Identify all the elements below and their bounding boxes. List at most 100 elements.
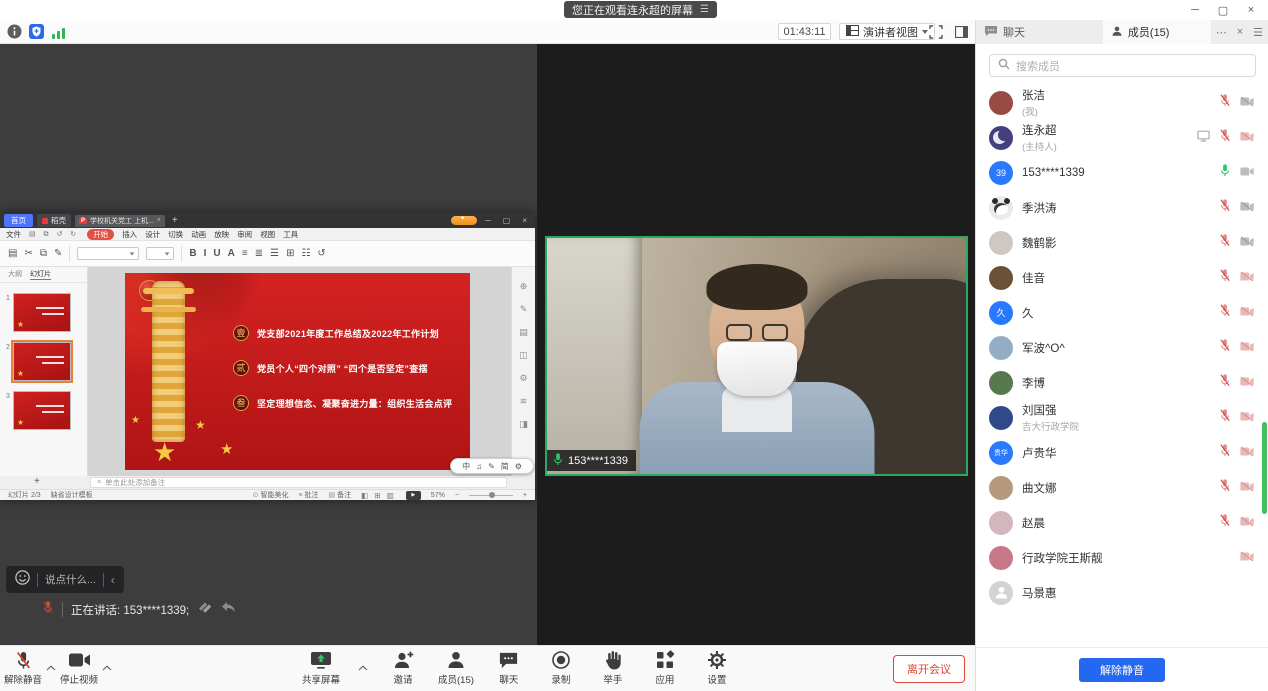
zoom-out-button[interactable]: − — [455, 492, 459, 499]
collapse-chat-icon[interactable]: ‹ — [111, 573, 115, 587]
side-rail-icon-6[interactable]: ◨ — [519, 419, 528, 430]
record-button[interactable]: 录制 — [544, 649, 578, 686]
leave-meeting-button[interactable]: 离开会议 — [893, 655, 965, 683]
mic-muted-icon[interactable] — [1219, 198, 1231, 217]
chevron-up-icon[interactable] — [358, 658, 368, 676]
status-tool-0[interactable]: ⊙智能美化 — [253, 490, 289, 500]
ribbon-format-0[interactable]: B — [189, 248, 196, 259]
wps-menu-4[interactable]: 切换 — [168, 229, 183, 240]
member-row[interactable]: 曲文娜 — [976, 470, 1268, 505]
mic-muted-icon[interactable] — [1219, 443, 1231, 462]
ribbon-format-5[interactable]: ≣ — [255, 248, 263, 259]
ribbon-format-1[interactable]: I — [204, 248, 207, 259]
wps-document-tab[interactable]: P 学校机关党工 上机... × — [75, 215, 165, 227]
slide-thumbnail-row[interactable]: 1★ — [6, 293, 83, 332]
panel-menu-icon[interactable]: ☰ — [1248, 20, 1268, 44]
view-mode-selector[interactable]: 演讲者视图 — [839, 23, 935, 40]
wps-menu-1[interactable]: 开始 — [87, 229, 114, 240]
ime-toolbar[interactable]: 中♫✎简⚙ — [450, 458, 534, 474]
member-row[interactable]: 久久 — [976, 295, 1268, 330]
ribbon-tool-1[interactable]: ✂ — [24, 248, 32, 259]
search-input[interactable]: 搜索成员 — [989, 54, 1256, 77]
share-screen-button[interactable]: 共享屏幕 — [302, 649, 340, 686]
member-row[interactable]: 马景惠 — [976, 575, 1268, 610]
apps-button[interactable]: 应用 — [648, 649, 682, 686]
member-row[interactable]: 季洪涛 — [976, 190, 1268, 225]
quick-access-icons[interactable]: ▤ ⧉ ↺ ↻ — [29, 230, 79, 239]
side-rail-icon-0[interactable]: ⊕ — [520, 281, 528, 292]
tab-chat[interactable]: 聊天 — [976, 20, 1103, 44]
unmute-self-button[interactable]: 解除静音 — [1079, 658, 1165, 682]
wps-menu-5[interactable]: 动画 — [191, 229, 206, 240]
slide-thumbnail[interactable]: ★ — [13, 293, 71, 332]
camera-off-icon[interactable] — [1240, 479, 1254, 497]
slide-thumbnail[interactable]: ★ — [13, 342, 71, 381]
wps-close-button[interactable]: × — [518, 216, 531, 225]
chat-input-placeholder[interactable]: 说点什么... — [45, 572, 96, 587]
side-rail-icon-1[interactable]: ✎ — [520, 304, 528, 315]
member-row[interactable]: 佳音 — [976, 260, 1268, 295]
wps-menu-6[interactable]: 放映 — [214, 229, 229, 240]
minimize-button[interactable]: ─ — [1188, 4, 1202, 16]
wps-restore-button[interactable]: ▢ — [499, 216, 515, 225]
mic-muted-icon[interactable] — [1219, 93, 1231, 112]
member-row[interactable]: 军波^O^ — [976, 330, 1268, 365]
ime-item-0[interactable]: 中 — [462, 461, 470, 472]
banner-menu-icon[interactable]: ☰ — [700, 4, 709, 15]
ime-item-4[interactable]: ⚙ — [515, 462, 522, 471]
camera-off-icon[interactable] — [1240, 444, 1254, 462]
tab-members[interactable]: 成员(15) — [1103, 20, 1211, 44]
camera-off-icon[interactable] — [1240, 374, 1254, 392]
camera-off-icon[interactable] — [1240, 339, 1254, 357]
status-tool-1[interactable]: ≡批注 — [298, 490, 318, 500]
wps-minimize-button[interactable]: ─ — [481, 216, 495, 225]
ribbon-format-9[interactable]: ↺ — [317, 248, 325, 259]
maximize-button[interactable]: ▢ — [1216, 4, 1230, 17]
mic-muted-icon[interactable] — [1219, 373, 1231, 392]
camera-off-icon[interactable] — [1240, 269, 1254, 287]
camera-off-icon[interactable] — [1240, 549, 1254, 567]
wps-menu-7[interactable]: 审阅 — [237, 229, 252, 240]
ribbon-tool-3[interactable]: ✎ — [54, 248, 62, 259]
ime-item-1[interactable]: ♫ — [476, 462, 482, 471]
font-select[interactable] — [77, 247, 139, 260]
ime-item-3[interactable]: 简 — [501, 461, 509, 472]
camera-off-icon[interactable] — [1240, 304, 1254, 322]
view-switcher-icons[interactable]: ◧ ⊞ ▥ — [361, 491, 396, 500]
more-options-button[interactable]: ⋯ — [1211, 20, 1232, 44]
slide-thumbnail[interactable]: ★ — [13, 391, 71, 430]
speaker-video[interactable]: 153****1339 — [545, 236, 968, 476]
raise-hand-button[interactable]: 举手 — [596, 649, 630, 686]
zoom-in-button[interactable]: + — [523, 492, 527, 499]
scrollbar-thumb[interactable] — [1262, 422, 1267, 514]
ribbon-tool-0[interactable]: ▤ — [8, 248, 17, 259]
member-row[interactable]: 魏鹤影 — [976, 225, 1268, 260]
camera-off-icon[interactable] — [1240, 94, 1254, 112]
close-panel-button[interactable]: × — [1232, 20, 1248, 44]
security-shield-icon[interactable] — [29, 24, 45, 40]
mic-muted-icon[interactable] — [1219, 233, 1231, 252]
mic-muted-icon[interactable] — [1219, 303, 1231, 322]
side-rail-icon-4[interactable]: ⚙ — [519, 373, 527, 384]
notes-input[interactable]: ≡ 单击此处添加备注 — [90, 477, 507, 488]
camera-off-icon[interactable] — [1240, 199, 1254, 217]
side-rail-icon-3[interactable]: ◫ — [519, 350, 528, 361]
members-button[interactable]: 成员(15) — [438, 649, 474, 686]
add-slide-button[interactable]: + — [34, 476, 40, 487]
camera-off-icon[interactable] — [1240, 514, 1254, 532]
slide-thumbnail-row[interactable]: 2★ — [6, 342, 83, 381]
unmute-button[interactable]: 解除静音 — [4, 649, 42, 686]
mic-muted-icon[interactable] — [1219, 128, 1231, 147]
chat-button[interactable]: 聊天 — [492, 649, 526, 686]
wps-new-tab-button[interactable]: + — [169, 215, 181, 226]
side-rail-icon-5[interactable]: ≋ — [520, 396, 528, 407]
member-row[interactable]: 连永超(主持人) — [976, 120, 1268, 155]
ribbon-format-4[interactable]: ≡ — [242, 248, 248, 259]
wps-menu-8[interactable]: 视图 — [260, 229, 275, 240]
slide-canvas[interactable]: ★ ★ ★ ★ 壹党支部2021年度工作总结及2022年工作计划贰党员个人“四个… — [125, 273, 470, 470]
wps-menu-3[interactable]: 设计 — [145, 229, 160, 240]
chevron-up-icon[interactable] — [102, 658, 112, 676]
ribbon-format-7[interactable]: ⊞ — [286, 248, 294, 259]
status-tool-2[interactable]: ▤备注 — [329, 490, 352, 500]
mic-muted-icon[interactable] — [1219, 513, 1231, 532]
